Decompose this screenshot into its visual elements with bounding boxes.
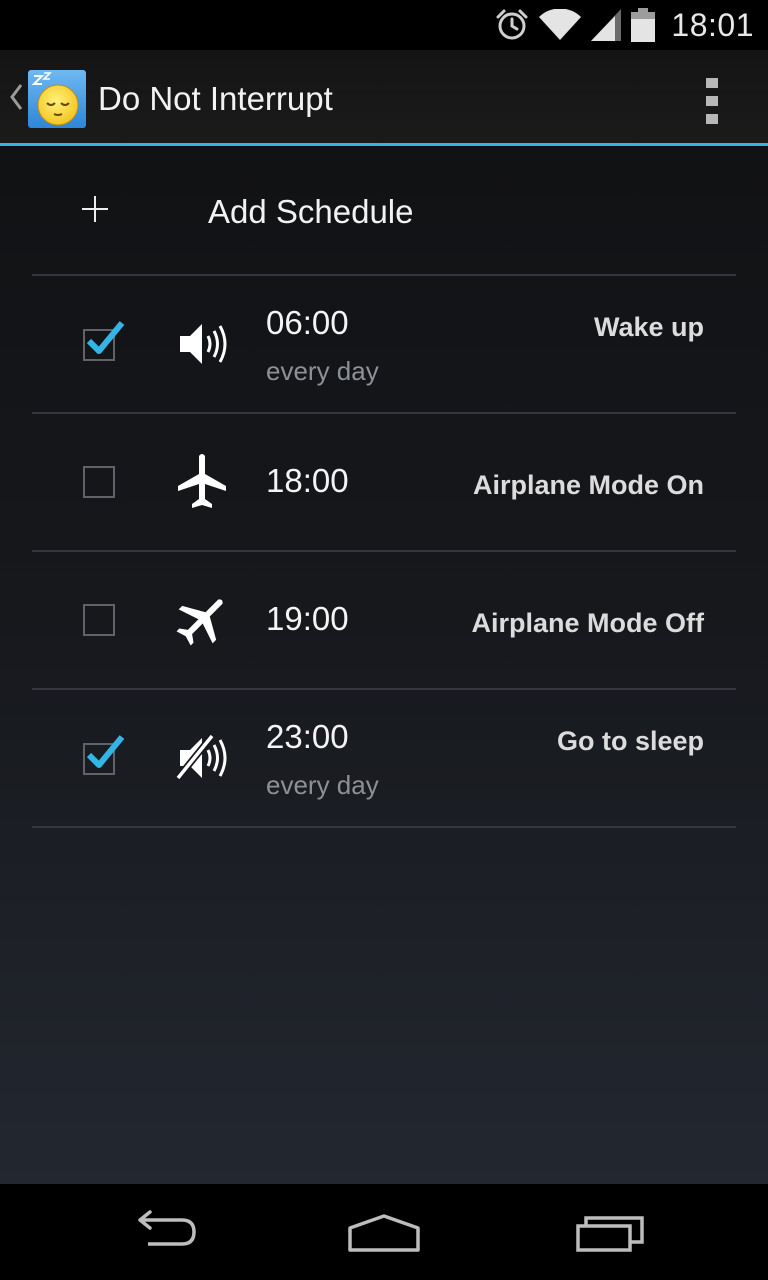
schedule-time: 23:00: [266, 718, 349, 755]
app-title: Do Not Interrupt: [98, 80, 333, 117]
schedule-list: Add Schedule 06:00 every day Wake up 18:…: [0, 146, 768, 1184]
schedule-checkbox[interactable]: [83, 604, 115, 636]
schedule-checkbox[interactable]: [83, 735, 125, 775]
add-schedule-button[interactable]: Add Schedule: [32, 146, 736, 274]
checkmark-icon: [86, 735, 125, 768]
battery-icon: [631, 8, 656, 42]
add-schedule-label: Add Schedule: [208, 193, 414, 230]
back-icon[interactable]: [110, 1202, 210, 1262]
schedule-action: Go to sleep: [556, 726, 704, 756]
cell-signal-icon: [591, 9, 622, 41]
schedule-repeat: every day: [266, 356, 379, 386]
divider: [32, 826, 736, 828]
status-bar: 18:01: [0, 0, 768, 50]
schedule-action: Airplane Mode Off: [471, 608, 704, 638]
screen: 18:01 Do Not Interrupt Add Schedule 06:0…: [0, 0, 768, 1280]
home-icon[interactable]: [334, 1202, 434, 1262]
volume-muted-icon: [175, 733, 227, 781]
schedule-action: Airplane Mode On: [472, 470, 704, 500]
volume-on-icon: [180, 324, 227, 364]
schedule-row-airplane-on[interactable]: 18:00 Airplane Mode On: [32, 414, 736, 550]
action-bar: Do Not Interrupt: [0, 50, 768, 143]
up-caret-icon[interactable]: [8, 82, 24, 112]
checkmark-icon: [86, 321, 125, 354]
schedule-checkbox[interactable]: [83, 321, 125, 361]
wifi-icon: [539, 9, 582, 40]
overflow-menu-icon[interactable]: [690, 72, 734, 128]
airplane-tilted-icon: [176, 599, 223, 646]
schedule-action: Wake up: [593, 312, 704, 342]
schedule-row-wake-up[interactable]: 06:00 every day Wake up: [32, 276, 736, 412]
navigation-bar: [0, 1184, 768, 1280]
schedule-time: 19:00: [266, 600, 349, 637]
airplane-icon: [178, 454, 226, 508]
schedule-time: 06:00: [266, 304, 349, 341]
schedule-repeat: every day: [266, 770, 379, 800]
recents-icon[interactable]: [560, 1202, 660, 1262]
schedule-row-airplane-off[interactable]: 19:00 Airplane Mode Off: [32, 552, 736, 688]
alarm-icon: [496, 9, 528, 40]
schedule-checkbox[interactable]: [83, 466, 115, 498]
status-clock: 18:01: [671, 6, 754, 43]
plus-icon: [82, 196, 108, 222]
sleeping-face-icon[interactable]: [28, 70, 86, 128]
schedule-time: 18:00: [266, 462, 349, 499]
schedule-row-go-to-sleep[interactable]: 23:00 every day Go to sleep: [32, 690, 736, 826]
